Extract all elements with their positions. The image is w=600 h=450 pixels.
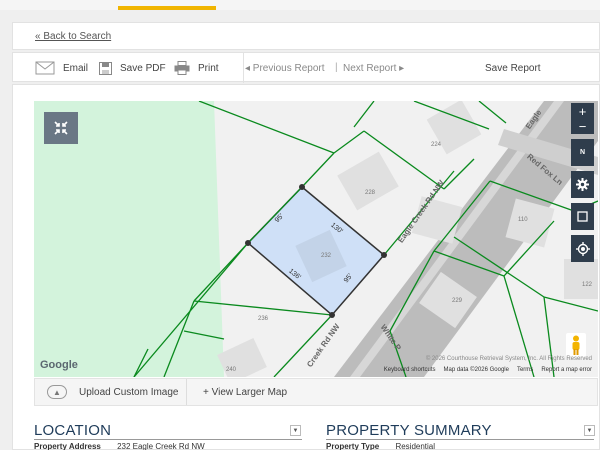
property-type-label: Property Type bbox=[326, 442, 380, 450]
pegman-icon bbox=[572, 335, 580, 355]
upload-cloud-icon: ▲ bbox=[47, 385, 67, 399]
toolbar-divider bbox=[243, 53, 244, 83]
save-report-button[interactable]: Save Report bbox=[485, 53, 541, 83]
frame-icon bbox=[577, 211, 588, 222]
lot-label-236: 236 bbox=[258, 316, 269, 322]
summary-divider bbox=[326, 439, 594, 440]
north-label: N bbox=[579, 149, 586, 156]
lot-label-232: 232 bbox=[321, 253, 332, 259]
previous-report-link[interactable]: ◂ Previous Report bbox=[245, 53, 325, 83]
top-tab-strip bbox=[0, 0, 600, 10]
terms-link[interactable]: Terms bbox=[517, 367, 533, 373]
lot-label-122: 122 bbox=[582, 282, 593, 288]
back-bar: « Back to Search bbox=[12, 22, 600, 50]
keyboard-shortcuts-link[interactable]: Keyboard shortcuts bbox=[384, 367, 436, 373]
lot-label-229: 229 bbox=[452, 298, 463, 304]
location-heading: LOCATION bbox=[34, 422, 112, 439]
lot-label-228: 228 bbox=[365, 190, 376, 196]
street-view-pegman[interactable] bbox=[566, 333, 586, 357]
fullscreen-button[interactable] bbox=[571, 203, 594, 230]
report-map-error-link[interactable]: Report a map error bbox=[541, 367, 592, 373]
nav-separator: | bbox=[335, 62, 338, 73]
gear-icon bbox=[576, 178, 589, 191]
collapse-arrows-icon bbox=[54, 121, 68, 135]
location-divider bbox=[34, 439, 302, 440]
upload-label: Upload Custom Image bbox=[79, 386, 179, 398]
locate-button[interactable] bbox=[571, 235, 594, 262]
print-label: Print bbox=[198, 62, 219, 74]
chevron-down-icon: ▼ bbox=[292, 427, 299, 434]
save-pdf-label: Save PDF bbox=[120, 62, 166, 74]
map-data-credit: Map data ©2026 Google bbox=[443, 367, 509, 373]
property-address-row: Property Address 232 Eagle Creek Rd NW bbox=[34, 442, 205, 450]
map-footer-links: Keyboard shortcuts Map data ©2026 Google… bbox=[384, 367, 592, 373]
google-logo: Google bbox=[40, 359, 78, 371]
active-tab-indicator bbox=[118, 6, 216, 10]
view-larger-map-button[interactable]: + View Larger Map bbox=[203, 379, 287, 405]
settings-button[interactable] bbox=[571, 171, 594, 198]
lot-label-110: 110 bbox=[518, 217, 528, 223]
crosshair-icon bbox=[575, 241, 590, 256]
compass-north-button[interactable]: N bbox=[571, 139, 594, 166]
printer-icon bbox=[174, 61, 190, 75]
parcel-map[interactable]: 224 228 232 110 229 122 236 240 95' 130'… bbox=[34, 101, 598, 377]
property-address-label: Property Address bbox=[34, 442, 101, 450]
property-summary-heading: PROPERTY SUMMARY bbox=[326, 422, 492, 439]
save-pdf-button[interactable]: Save PDF bbox=[99, 53, 166, 83]
print-button[interactable]: Print bbox=[174, 53, 219, 83]
zoom-in-button[interactable]: + bbox=[571, 103, 594, 119]
property-address-value: 232 Eagle Creek Rd NW bbox=[117, 442, 205, 450]
floppy-icon bbox=[99, 61, 112, 75]
property-type-row: Property Type Residential bbox=[326, 442, 435, 450]
envelope-icon bbox=[35, 61, 55, 75]
upload-custom-image-button[interactable]: ▲ Upload Custom Image bbox=[35, 379, 187, 405]
location-collapse-toggle[interactable]: ▼ bbox=[290, 425, 301, 436]
chevron-down-icon: ▼ bbox=[586, 427, 593, 434]
property-type-value: Residential bbox=[395, 442, 436, 450]
map-attribution: © 2026 Courthouse Retrieval System, Inc.… bbox=[425, 356, 592, 362]
lot-label-240: 240 bbox=[226, 367, 237, 373]
email-label: Email bbox=[63, 62, 89, 74]
back-to-search-link[interactable]: « Back to Search bbox=[35, 31, 111, 42]
next-report-link[interactable]: Next Report ▸ bbox=[343, 53, 404, 83]
collapse-map-button[interactable] bbox=[44, 112, 78, 144]
summary-collapse-toggle[interactable]: ▼ bbox=[584, 425, 595, 436]
zoom-out-button[interactable]: − bbox=[571, 119, 594, 134]
report-toolbar: Email Save PDF Print ◂ Previous Report |… bbox=[12, 52, 600, 83]
map-canvas bbox=[34, 101, 598, 377]
lot-label-224: 224 bbox=[431, 142, 442, 148]
email-button[interactable]: Email bbox=[35, 53, 88, 83]
map-actions-bar: ▲ Upload Custom Image + View Larger Map bbox=[34, 378, 598, 406]
